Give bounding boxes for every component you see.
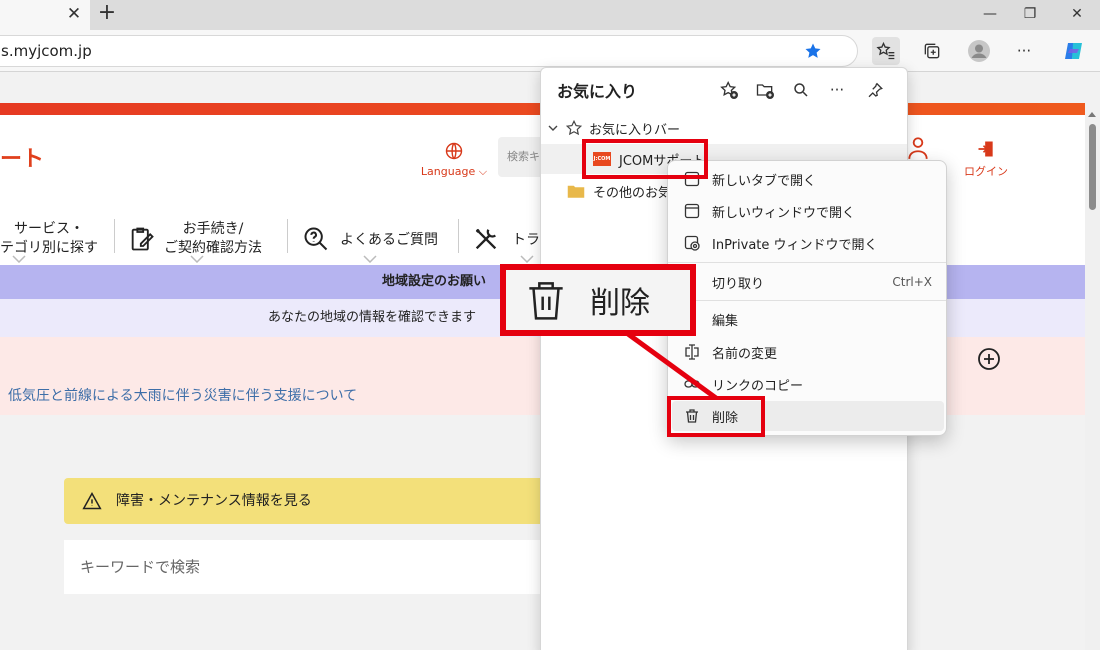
window-close-icon[interactable]: ✕ xyxy=(1065,4,1089,24)
menu-label: InPrivate ウィンドウで開く xyxy=(712,237,878,253)
menu-label: リンクのコピー xyxy=(712,378,804,394)
keyword-search-input[interactable]: キーワードで検索 xyxy=(64,540,564,594)
warning-icon xyxy=(82,491,102,510)
nav-item-procedures[interactable]: お手続き/ ご契約確認方法 xyxy=(128,211,288,267)
nav-label: サービス・ テゴリ別に探す xyxy=(0,221,98,256)
site-logo-text[interactable]: ート xyxy=(0,141,44,173)
menu-label: 新しいウィンドウで開く xyxy=(712,205,856,221)
expand-plus-icon[interactable] xyxy=(977,347,1001,375)
copilot-icon[interactable] xyxy=(1060,37,1088,65)
page-scrollbar[interactable] xyxy=(1085,110,1100,650)
chevron-down-icon xyxy=(363,255,377,263)
login-icon xyxy=(978,141,993,157)
nav-divider xyxy=(458,219,459,253)
cut-shortcut: Ctrl+X xyxy=(892,275,932,289)
login-link[interactable]: ログイン xyxy=(960,139,1012,179)
highlight-delete-item xyxy=(667,396,765,437)
chevron-down-icon xyxy=(12,255,26,263)
menu-open-new-tab[interactable]: 新しいタブで開く xyxy=(672,164,944,194)
login-label: ログイン xyxy=(964,165,1008,178)
inprivate-icon xyxy=(682,233,702,253)
menu-copy-link[interactable]: リンクのコピー xyxy=(672,369,944,399)
menu-label: 切り取り xyxy=(712,276,765,292)
favorites-more-icon[interactable]: ··· xyxy=(825,78,849,102)
nav-item-faq[interactable]: よくあるご質問 xyxy=(302,211,452,267)
tab-strip: ✕ + — ❐ ✕ xyxy=(0,0,1100,30)
language-label: Language xyxy=(420,165,476,178)
profile-avatar-icon[interactable] xyxy=(965,37,993,65)
menu-label: 新しいタブで開く xyxy=(712,173,817,189)
favorites-bar-label: お気に入りバー xyxy=(589,122,681,138)
star-outline-icon xyxy=(565,119,583,136)
menu-label: 編集 xyxy=(712,313,739,329)
menu-label: 名前の変更 xyxy=(712,346,778,362)
menu-separator xyxy=(668,262,946,263)
tools-icon xyxy=(475,228,497,250)
scroll-thumb[interactable] xyxy=(1089,124,1096,210)
search-icon[interactable] xyxy=(789,78,813,102)
chevron-down-icon xyxy=(520,255,534,263)
maintenance-label: 障害・メンテナンス情報を見る xyxy=(116,493,312,509)
window-icon xyxy=(682,201,702,221)
clipboard-edit-icon xyxy=(131,227,154,251)
favorite-context-menu: 新しいタブで開く 新しいウィンドウで開く InPrivate ウィンドウで開く … xyxy=(667,160,947,436)
browser-tab[interactable]: ✕ xyxy=(0,0,90,30)
chevron-down-icon: ⌵ xyxy=(478,165,488,178)
add-folder-icon[interactable] xyxy=(753,78,777,102)
maximize-icon[interactable]: ❐ xyxy=(1018,4,1042,24)
menu-rename[interactable]: 名前の変更 xyxy=(672,337,944,367)
menu-edit[interactable]: 編集 xyxy=(672,304,944,334)
folder-icon xyxy=(567,185,585,198)
globe-icon xyxy=(445,142,463,160)
rename-icon xyxy=(682,342,702,362)
collections-icon[interactable] xyxy=(918,37,946,65)
chevron-down-icon xyxy=(190,255,204,263)
nav-label: トラ xyxy=(512,232,540,248)
more-options-icon[interactable]: ··· xyxy=(1010,37,1038,65)
search-question-icon xyxy=(304,227,328,251)
favorites-hub-icon[interactable] xyxy=(872,37,900,65)
disaster-support-link[interactable]: 低気圧と前線による大雨に伴う災害に伴う支援について xyxy=(8,385,357,405)
menu-cut[interactable]: 切り取り Ctrl+X xyxy=(672,267,944,297)
address-bar[interactable]: s.myjcom.jp xyxy=(0,35,858,67)
nav-label: よくあるご質問 xyxy=(340,232,438,248)
menu-open-new-window[interactable]: 新しいウィンドウで開く xyxy=(672,196,944,226)
browser-toolbar: s.myjcom.jp ··· xyxy=(0,30,1100,72)
new-tab-icon[interactable]: + xyxy=(95,2,119,26)
highlight-jcom-favorite xyxy=(582,139,708,179)
favorite-star-icon[interactable] xyxy=(804,42,822,60)
scroll-up-arrow-icon[interactable] xyxy=(1088,112,1096,117)
trash-icon xyxy=(529,282,563,320)
menu-open-inprivate[interactable]: InPrivate ウィンドウで開く xyxy=(672,228,944,258)
callout-label: 削除 xyxy=(590,286,650,321)
chevron-down-icon xyxy=(548,125,558,131)
nav-divider xyxy=(287,219,288,253)
language-selector[interactable]: Language ⌵ xyxy=(420,141,488,179)
maintenance-info-button[interactable]: 障害・メンテナンス情報を見る xyxy=(64,478,564,524)
menu-separator xyxy=(668,300,946,301)
link-icon xyxy=(682,374,702,394)
add-favorite-icon[interactable] xyxy=(717,78,741,102)
tab-close-icon[interactable]: ✕ xyxy=(64,3,84,25)
delete-zoom-callout: 削除 xyxy=(500,264,696,336)
address-url[interactable]: s.myjcom.jp xyxy=(1,36,92,66)
nav-label: お手続き/ ご契約確認方法 xyxy=(164,221,262,256)
pin-icon[interactable] xyxy=(863,78,887,102)
nav-divider xyxy=(114,219,115,253)
favorites-title: お気に入り xyxy=(557,82,638,101)
minimize-icon[interactable]: — xyxy=(978,4,1002,24)
